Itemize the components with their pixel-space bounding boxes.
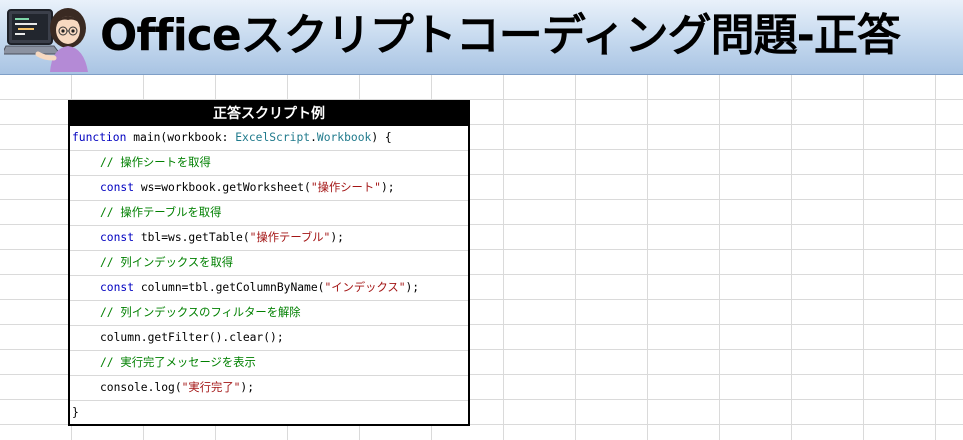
- code-text: ws=workbook.getWorksheet(: [134, 181, 311, 194]
- keyword: const: [100, 281, 135, 294]
- code-line-closing-brace: }: [70, 401, 468, 424]
- type-name: ExcelScript: [235, 131, 311, 144]
- string-literal: "実行完了": [181, 381, 241, 394]
- code-text: .: [310, 131, 317, 144]
- code-text: main(workbook:: [126, 131, 236, 144]
- comment: // 列インデックスを取得: [100, 256, 234, 269]
- answer-script-panel: 正答スクリプト例 function main(workbook: ExcelSc…: [68, 100, 470, 426]
- code-line-function: function main(workbook: ExcelScript.Work…: [70, 126, 468, 151]
- comment: // 操作テーブルを取得: [100, 206, 222, 219]
- code-line-comment: // 列インデックスを取得: [70, 251, 468, 276]
- code-text: column=tbl.getColumnByName(: [134, 281, 325, 294]
- comment: // 列インデックスのフィルターを解除: [100, 306, 301, 319]
- code-text: );: [330, 231, 344, 244]
- comment: // 操作シートを取得: [100, 156, 211, 169]
- code-line-comment: // 実行完了メッセージを表示: [70, 351, 468, 376]
- code-text: tbl=ws.getTable(: [134, 231, 250, 244]
- code-line-statement: const column=tbl.getColumnByName("インデックス…: [70, 276, 468, 301]
- code-line-statement: const tbl=ws.getTable("操作テーブル");: [70, 226, 468, 251]
- code-line-statement: const ws=workbook.getWorksheet("操作シート");: [70, 176, 468, 201]
- person-at-laptop-icon: [4, 8, 88, 72]
- keyword: const: [100, 181, 135, 194]
- code-text: console.log(: [100, 381, 182, 394]
- code-text: );: [405, 281, 420, 294]
- title-banner: Officeスクリプトコーディング問題-正答: [0, 0, 963, 75]
- code-line-statement: column.getFilter().clear();: [70, 326, 468, 351]
- comment: // 実行完了メッセージを表示: [100, 356, 256, 369]
- string-literal: "操作テーブル": [249, 231, 331, 244]
- string-literal: "操作シート": [310, 181, 381, 194]
- panel-header: 正答スクリプト例: [70, 102, 468, 126]
- code-text: column.getFilter().clear();: [100, 331, 284, 344]
- code-text: }: [72, 406, 79, 419]
- code-text: );: [380, 181, 395, 194]
- code-line-comment: // 列インデックスのフィルターを解除: [70, 301, 468, 326]
- code-line-statement: console.log("実行完了");: [70, 376, 468, 401]
- keyword: function: [72, 131, 127, 144]
- type-name: Workbook: [316, 131, 372, 144]
- page-title: Officeスクリプトコーディング問題-正答: [100, 10, 901, 61]
- code-text: ) {: [371, 131, 392, 144]
- string-literal: "インデックス": [324, 281, 406, 294]
- code-line-comment: // 操作シートを取得: [70, 151, 468, 176]
- code-text: );: [240, 381, 255, 394]
- keyword: const: [100, 231, 135, 244]
- code-line-comment: // 操作テーブルを取得: [70, 201, 468, 226]
